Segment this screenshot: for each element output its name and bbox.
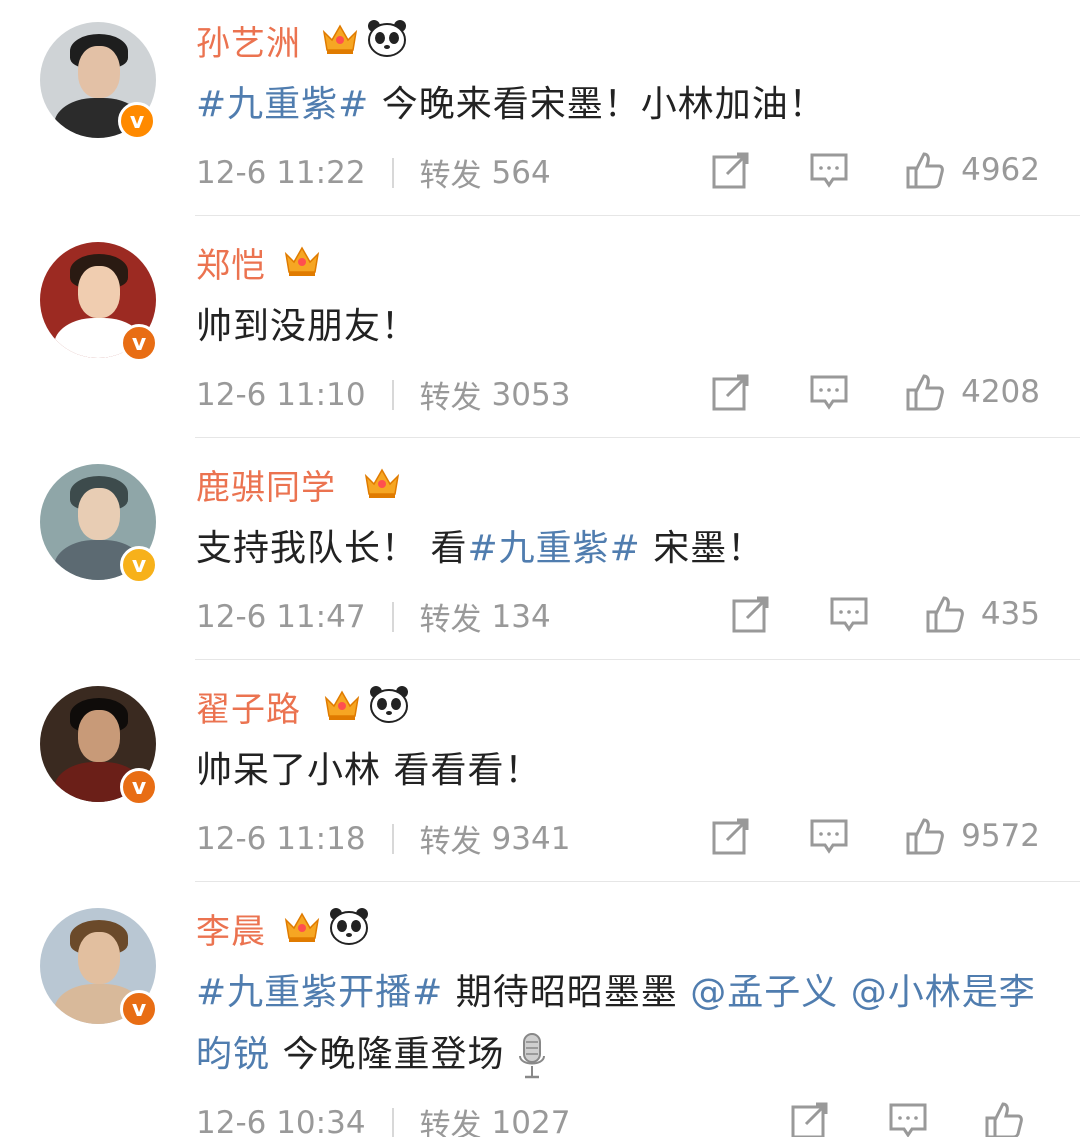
comment-icon[interactable] [809,372,849,412]
like-icon[interactable] [905,816,945,856]
post-content: 帅呆了小林 看看看！ [196,740,1040,802]
post-meta: 12-6 11:22 转发 564 [196,150,551,195]
verified-icon: v [120,768,158,806]
verified-icon: v [120,990,158,1028]
username[interactable]: 郑恺 [196,238,266,287]
content-text: 今晚来看宋墨！小林加油！ [369,84,826,125]
action-bar: 4208 [711,372,1040,412]
user-badges [282,906,370,946]
content-text [838,972,850,1013]
comment-icon[interactable] [888,1100,928,1137]
user-badges [322,684,410,724]
timestamp: 12-6 11:10 [196,376,366,413]
like-count: 4208 [961,374,1040,410]
post-content: #九重紫开播# 期待昭昭墨墨 @孟子义 @小林是李昀锐 今晚隆重登场 [196,962,1040,1086]
timestamp: 12-6 10:34 [196,1104,366,1137]
like-count: 9572 [961,818,1040,854]
crown-icon [364,468,400,498]
like-icon[interactable] [905,150,945,190]
crown-icon [284,246,320,276]
repost-label[interactable]: 转发 [420,1100,482,1137]
user-badges [282,240,322,280]
content-text: 支持我队长！ 看 [196,528,468,569]
crown-icon [324,690,360,720]
action-bar: 4962 [711,150,1040,190]
meta-divider [391,379,394,410]
repost-count: 3053 [491,376,571,413]
like-count: 4962 [961,152,1040,188]
content-text: 今晚隆重登场 [270,1034,505,1075]
comment-icon[interactable] [809,150,849,190]
repost-label[interactable]: 转发 [420,594,482,639]
post-item: v 翟子路 帅呆了小林 看看看！ 12-6 11:18 转发 9341 9572 [0,660,1080,882]
content-text: 帅呆了小林 看看看！ [196,750,542,791]
action-bar: 435 [731,594,1040,634]
repost-count: 1027 [491,1104,571,1137]
mention-link[interactable]: @孟子义 [690,972,838,1013]
like-count: 435 [980,596,1040,632]
crown-icon [322,24,358,54]
repost-label[interactable]: 转发 [420,816,482,861]
repost-label[interactable]: 转发 [420,372,482,417]
post-content: 帅到没朋友！ [196,296,1040,358]
meta-divider [391,823,394,854]
comment-icon[interactable] [809,816,849,856]
share-icon[interactable] [711,372,751,412]
repost-label[interactable]: 转发 [420,150,482,195]
panda-icon [370,686,408,723]
post-meta: 12-6 11:18 转发 9341 [196,816,570,861]
meta-divider [391,157,394,188]
crown-icon [284,912,320,942]
panda-icon [330,908,368,945]
repost-count: 134 [491,598,551,635]
share-icon[interactable] [711,816,751,856]
like-icon[interactable] [984,1100,1024,1137]
username[interactable]: 鹿骐同学 [196,460,336,509]
post-item: v 李晨 #九重紫开播# 期待昭昭墨墨 @孟子义 @小林是李昀锐 今晚隆重登场 … [0,882,1080,1137]
share-icon[interactable] [711,150,751,190]
verified-icon: v [120,324,158,362]
timestamp: 12-6 11:22 [196,154,366,191]
comment-icon[interactable] [829,594,869,634]
comment-feed: v 孙艺洲 #九重紫# 今晚来看宋墨！小林加油！ 12-6 11:22 转发 5… [0,0,1080,1137]
username[interactable]: 李晨 [196,904,266,953]
meta-divider [391,601,394,632]
action-bar: 9572 [711,816,1040,856]
share-icon[interactable] [731,594,771,634]
content-text: 帅到没朋友！ [196,306,419,347]
microphone-icon [518,1033,545,1079]
meta-divider [391,1107,394,1137]
like-icon[interactable] [905,372,945,412]
post-item: v 孙艺洲 #九重紫# 今晚来看宋墨！小林加油！ 12-6 11:22 转发 5… [0,0,1080,216]
post-item: v 郑恺 帅到没朋友！ 12-6 11:10 转发 3053 4208 [0,216,1080,438]
post-content: 支持我队长！ 看#九重紫# 宋墨！ [196,518,1040,580]
verified-icon: v [120,546,158,584]
repost-count: 564 [491,154,551,191]
content-text: 宋墨！ [640,528,765,569]
timestamp: 12-6 11:18 [196,820,366,857]
post-meta: 12-6 10:34 转发 1027 [196,1100,570,1137]
topic-link[interactable]: #九重紫# [467,528,640,569]
username[interactable]: 翟子路 [196,682,301,731]
verified-icon: v [118,102,156,140]
post-content: #九重紫# 今晚来看宋墨！小林加油！ [196,74,1040,136]
repost-count: 9341 [491,820,571,857]
like-icon[interactable] [925,594,965,634]
panda-icon [368,20,406,57]
topic-link[interactable]: #九重紫# [196,84,369,125]
timestamp: 12-6 11:47 [196,598,366,635]
post-item: v 鹿骐同学 支持我队长！ 看#九重紫# 宋墨！ 12-6 11:47 转发 1… [0,438,1080,660]
post-meta: 12-6 11:10 转发 3053 [196,372,570,417]
user-badges [362,462,402,502]
topic-link[interactable]: #九重紫开播# [196,972,443,1013]
user-badges [320,18,408,58]
action-bar [790,1100,1040,1137]
post-meta: 12-6 11:47 转发 134 [196,594,551,639]
share-icon[interactable] [790,1100,830,1137]
content-text: 期待昭昭墨墨 [443,972,691,1013]
username[interactable]: 孙艺洲 [196,16,301,65]
